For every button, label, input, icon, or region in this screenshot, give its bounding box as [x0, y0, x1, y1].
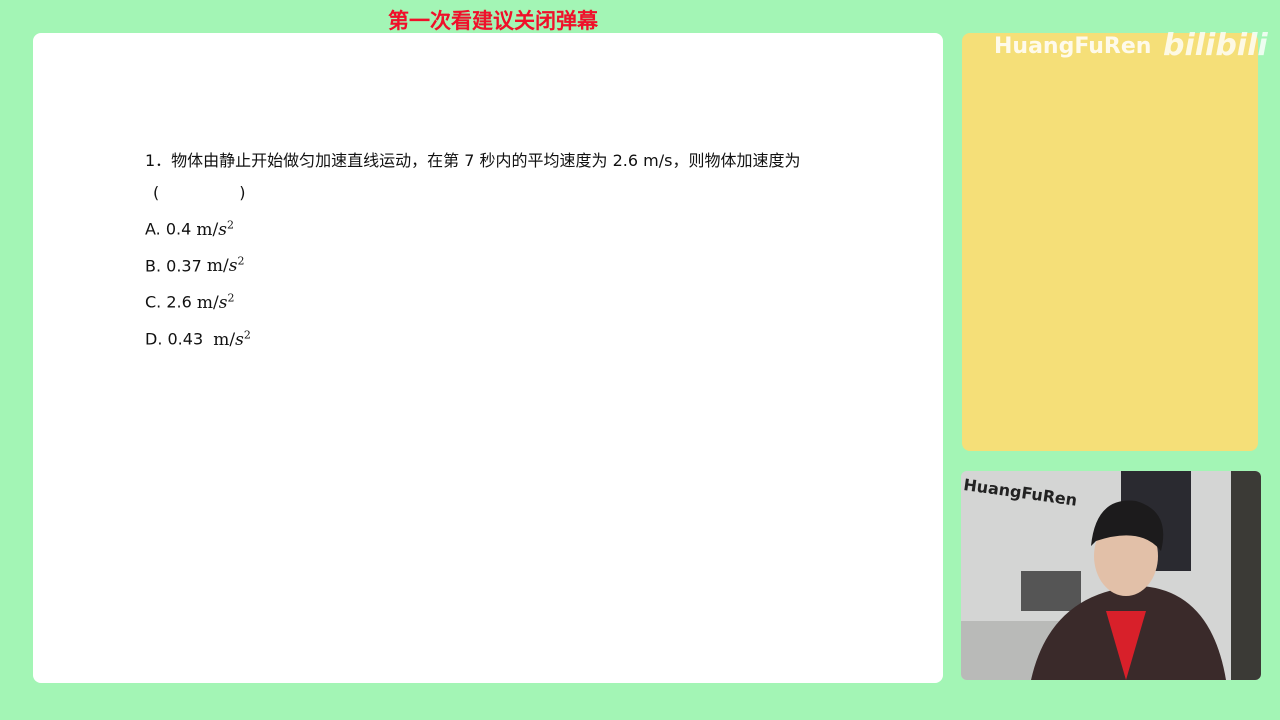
- channel-watermark: HuangFuRen: [994, 34, 1152, 59]
- side-panel: [962, 33, 1258, 451]
- option-unit: m/s2: [213, 327, 251, 350]
- option-b: B. 0.37 m/s2: [145, 246, 800, 283]
- option-label: D. 0.43: [145, 329, 209, 349]
- option-unit: m/s2: [196, 218, 234, 240]
- presenter-image: [961, 471, 1261, 680]
- option-label: A. 0.4: [145, 219, 192, 239]
- answer-blank: ( ): [153, 183, 246, 202]
- webcam-feed: HuangFuRen: [961, 471, 1261, 680]
- option-label: C. 2.6: [145, 292, 192, 312]
- option-c: C. 2.6 m/s2: [145, 282, 800, 319]
- question: 1．物体由静止开始做匀加速直线运动，在第 7 秒内的平均速度为 2.6 m/s，…: [145, 145, 800, 356]
- question-stem: 1．物体由静止开始做匀加速直线运动，在第 7 秒内的平均速度为 2.6 m/s，…: [145, 151, 801, 170]
- danmaku-banner: 第一次看建议关闭弹幕: [388, 9, 598, 33]
- bilibili-logo: bilibili: [1163, 28, 1268, 63]
- option-unit: m/s2: [206, 254, 245, 277]
- option-label: B. 0.37: [145, 256, 202, 276]
- option-d: D. 0.43 m/s2: [145, 319, 800, 356]
- option-a: A. 0.4 m/s2: [145, 209, 800, 246]
- whiteboard: 1．物体由静止开始做匀加速直线运动，在第 7 秒内的平均速度为 2.6 m/s，…: [33, 33, 943, 683]
- option-unit: m/s2: [196, 291, 235, 313]
